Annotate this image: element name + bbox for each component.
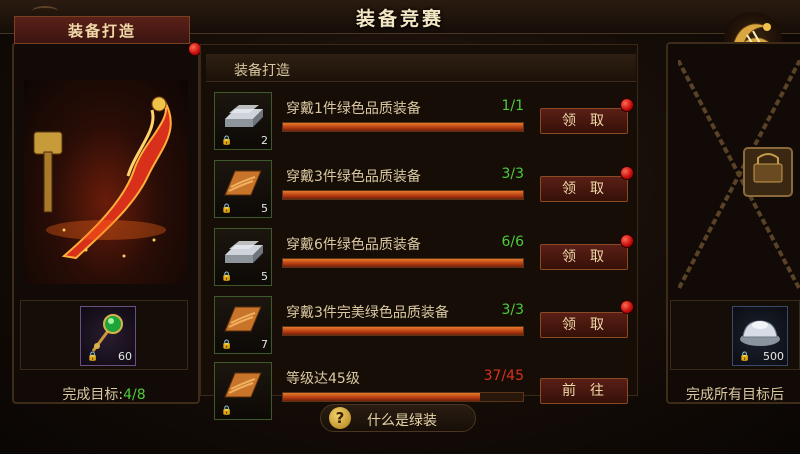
claim-button[interactable]: 领取 — [540, 244, 628, 270]
lock-icon: 🔒 — [221, 406, 233, 416]
lock-icon: 🔒 — [221, 136, 233, 146]
claim-button[interactable]: 领取 — [540, 176, 628, 202]
go-button[interactable]: 前往 — [540, 378, 628, 404]
help-label: 什么是绿装 — [367, 413, 437, 429]
emerald-scepter-icon — [91, 314, 123, 352]
progress-bar-fill — [283, 393, 480, 401]
left-panel-title: 装备打造 — [67, 22, 136, 40]
task-label: 穿戴1件绿色品质装备 — [286, 101, 421, 117]
progress-bar-fill — [283, 191, 523, 199]
weapon-illustration — [24, 80, 188, 284]
task-progress: 3/3 — [501, 302, 524, 318]
item-quantity: 60 — [118, 350, 132, 363]
help-button[interactable]: ? 什么是绿装 — [320, 404, 476, 432]
progress-bar — [282, 326, 524, 336]
right-goal-text: 完成所有目标后 — [686, 387, 784, 403]
notification-dot-icon — [620, 98, 634, 112]
task-reward-slot[interactable]: 🔒 — [214, 362, 272, 420]
task-row: 🔒 7 穿戴3件完美绿色品质装备 3/3 领取 — [214, 296, 632, 358]
question-icon: ? — [329, 407, 351, 429]
item-quantity: 5 — [261, 270, 268, 283]
task-label: 穿戴3件绿色品质装备 — [286, 169, 421, 185]
task-row: 🔒 5 穿戴3件绿色品质装备 3/3 领取 — [214, 160, 632, 222]
reward-item-slot[interactable]: 🔒 60 — [80, 306, 136, 366]
progress-bar-fill — [283, 259, 523, 267]
lock-icon: 🔒 — [221, 340, 233, 350]
goal-label: 完成目标: — [62, 387, 124, 403]
task-panel-header: 装备打造 — [206, 54, 636, 82]
task-label: 穿戴6件绿色品质装备 — [286, 237, 421, 253]
progress-bar — [282, 258, 524, 268]
progress-bar-fill — [283, 123, 523, 131]
silver-ingot-icon — [740, 320, 780, 346]
task-panel-title: 装备打造 — [234, 63, 290, 79]
task-progress: 37/45 — [483, 368, 524, 384]
goal-value: 4/8 — [123, 387, 146, 403]
locked-chest-illustration — [676, 59, 800, 291]
task-row: 🔒 2 穿戴1件绿色品质装备 1/1 领取 — [214, 92, 632, 154]
left-panel-header: 装备打造 — [14, 16, 190, 44]
claim-button[interactable]: 领取 — [540, 108, 628, 134]
task-progress: 3/3 — [501, 166, 524, 182]
task-label: 穿戴3件完美绿色品质装备 — [286, 305, 449, 321]
task-reward-slot[interactable]: 🔒 5 — [214, 228, 272, 286]
notification-dot-icon — [620, 300, 634, 314]
item-quantity: 2 — [261, 134, 268, 147]
item-quantity: 5 — [261, 202, 268, 215]
final-reward-item-slot[interactable]: 🔒 500 — [732, 306, 788, 366]
notification-dot-icon — [620, 234, 634, 248]
claim-button[interactable]: 领取 — [540, 312, 628, 338]
lock-icon: 🔒 — [221, 204, 233, 214]
item-quantity: 7 — [261, 338, 268, 351]
left-goal-text: 完成目标:4/8 — [20, 384, 188, 404]
task-reward-slot[interactable]: 🔒 7 — [214, 296, 272, 354]
item-quantity: 500 — [763, 350, 784, 363]
task-progress: 6/6 — [501, 234, 524, 250]
progress-bar — [282, 190, 524, 200]
lock-icon: 🔒 — [739, 352, 751, 362]
progress-bar — [282, 122, 524, 132]
task-row: 🔒 5 穿戴6件绿色品质装备 6/6 领取 — [214, 228, 632, 290]
lock-icon: 🔒 — [221, 272, 233, 282]
progress-bar — [282, 392, 524, 402]
task-reward-slot[interactable]: 🔒 5 — [214, 160, 272, 218]
progress-bar-fill — [283, 327, 523, 335]
task-progress: 1/1 — [501, 98, 524, 114]
task-reward-slot[interactable]: 🔒 2 — [214, 92, 272, 150]
task-label: 等级达45级 — [286, 371, 360, 387]
notification-dot-icon — [620, 166, 634, 180]
lock-icon: 🔒 — [87, 352, 99, 362]
